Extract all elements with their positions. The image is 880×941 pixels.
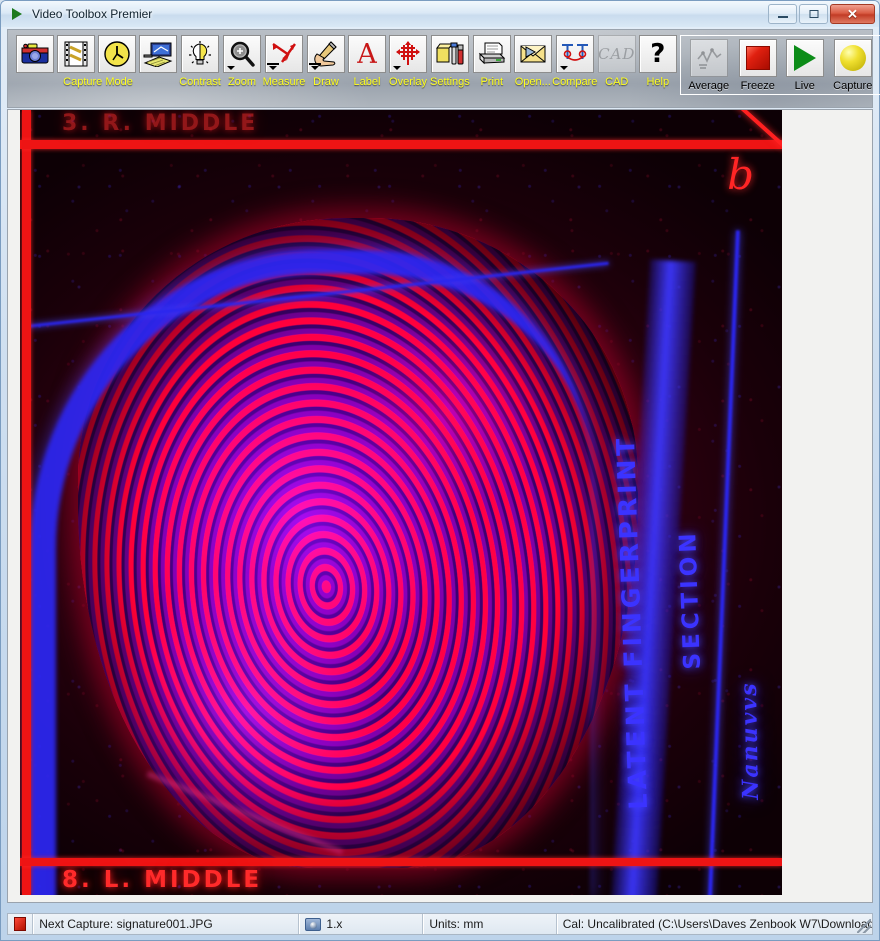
live-label: Live xyxy=(794,80,815,92)
yellow-sphere-icon xyxy=(833,39,872,77)
next-capture-panel[interactable]: Next Capture: signature001.JPG xyxy=(33,914,300,934)
settings-label: Settings xyxy=(430,76,470,88)
capture-button[interactable]: Capture xyxy=(829,39,877,92)
card-rule-left xyxy=(22,110,31,895)
printer-icon xyxy=(472,35,511,73)
fingerprint-photo[interactable]: 3. R. MIDDLE 8. L. MIDDLE LATENT FINGERP… xyxy=(20,110,782,895)
overlay-button[interactable]: Overlay xyxy=(389,35,427,88)
zoom-level-text: 1.x xyxy=(326,917,343,931)
print-label: Print xyxy=(480,76,504,88)
calibration-text: Cal: Uncalibrated (C:\Users\Daves Zenboo… xyxy=(562,917,873,931)
letter-a-icon: A xyxy=(348,35,386,73)
measure-button[interactable]: Measure xyxy=(262,35,306,88)
card-rule-bottom xyxy=(20,858,782,866)
open-button[interactable]: Open... xyxy=(513,35,552,88)
clock-icon[interactable] xyxy=(98,35,136,73)
crosshair-reticle-icon xyxy=(389,35,427,73)
calibration-panel[interactable]: Cal: Uncalibrated (C:\Users\Daves Zenboo… xyxy=(556,914,873,934)
card-rule-top xyxy=(20,140,782,149)
dropdown-bar xyxy=(309,63,321,65)
compare-label: Compare xyxy=(552,76,598,88)
capture-mode-group: Capture Mode xyxy=(16,35,180,88)
chevron-down-icon xyxy=(559,66,568,70)
freeze-button[interactable]: Freeze xyxy=(735,39,781,92)
green-play-icon xyxy=(785,39,824,77)
hand-pencil-icon xyxy=(307,35,345,73)
title-bar: Video Toolbox Premier ✕ xyxy=(1,1,879,27)
record-indicator[interactable] xyxy=(8,914,34,934)
chevron-down-icon xyxy=(393,66,401,70)
zoom-label: Zoom xyxy=(227,76,257,88)
average-button[interactable]: Average xyxy=(686,39,732,92)
tools-settings-icon xyxy=(430,35,469,73)
status-bar: Next Capture: signature001.JPG 1.x Units… xyxy=(7,913,873,935)
close-button[interactable]: ✕ xyxy=(830,4,875,24)
chevron-down-icon xyxy=(227,66,235,70)
compare-tt-icon xyxy=(555,35,594,73)
live-button[interactable]: Live xyxy=(784,39,826,92)
chevron-down-icon xyxy=(269,66,277,70)
maximize-button[interactable] xyxy=(799,4,828,24)
camera-mini-icon xyxy=(305,917,322,931)
application-window: Video Toolbox Premier ✕ Capture Mode Con… xyxy=(0,0,880,941)
card-label-top: 3. R. MIDDLE xyxy=(62,111,259,136)
next-capture-text: Next Capture: signature001.JPG xyxy=(39,917,213,931)
overlay-label: Overlay xyxy=(389,76,427,88)
capture-mode-label: Capture Mode xyxy=(63,76,133,88)
main-toolbar: Capture Mode Contrast Zoom Measure Draw … xyxy=(7,29,880,108)
cad-icon: CAD xyxy=(597,35,636,73)
print-button[interactable]: Print xyxy=(472,35,511,88)
question-mark-icon: ? xyxy=(638,35,677,73)
average-label: Average xyxy=(688,80,730,92)
measure-arrows-icon xyxy=(265,35,303,73)
units-text: Units: mm xyxy=(429,917,484,931)
resize-grip[interactable] xyxy=(857,919,871,933)
window-title: Video Toolbox Premier xyxy=(32,7,153,21)
dropdown-bar xyxy=(267,63,279,65)
video-control-group: Average Freeze Live Capture xyxy=(679,35,880,95)
handwritten-mark: b xyxy=(727,150,754,199)
draw-button[interactable]: Draw xyxy=(307,35,345,88)
lightbulb-icon xyxy=(181,35,219,73)
close-icon: ✕ xyxy=(847,6,858,22)
freeze-label: Freeze xyxy=(740,80,775,92)
red-square-icon xyxy=(738,39,777,77)
label-button[interactable]: A Label xyxy=(348,35,386,88)
magnifier-plus-icon xyxy=(223,35,261,73)
window-controls: ✕ xyxy=(768,4,875,24)
red-record-square-icon xyxy=(14,917,27,931)
monitor-capture-icon[interactable] xyxy=(139,35,177,73)
app-play-icon xyxy=(9,6,25,22)
capture-label: Capture xyxy=(833,80,873,92)
help-button[interactable]: ? Help xyxy=(638,35,677,88)
cad-label: CAD xyxy=(605,76,629,88)
chevron-down-icon xyxy=(311,66,319,70)
card-label-bottom: 8. L. MIDDLE xyxy=(62,867,263,893)
zoom-button[interactable]: Zoom xyxy=(223,35,261,88)
camera-icon[interactable] xyxy=(16,35,54,73)
average-graph-icon xyxy=(689,39,728,77)
zoom-level-panel[interactable]: 1.x xyxy=(299,914,424,934)
minimize-button[interactable] xyxy=(768,4,797,24)
measure-label: Measure xyxy=(262,76,306,88)
help-label: Help xyxy=(646,76,670,88)
contrast-label: Contrast xyxy=(179,76,221,88)
open-label: Open... xyxy=(514,76,551,88)
section-text: SECTION xyxy=(675,528,706,670)
cad-button[interactable]: CAD CAD xyxy=(597,35,636,88)
label-label: Label xyxy=(353,76,381,88)
film-strip-icon[interactable] xyxy=(57,35,95,73)
blue-fluorescent-arc xyxy=(30,250,590,895)
draw-label: Draw xyxy=(313,76,339,88)
contrast-button[interactable]: Contrast xyxy=(179,35,221,88)
settings-button[interactable]: Settings xyxy=(430,35,470,88)
compare-button[interactable]: Compare xyxy=(552,35,598,88)
units-panel[interactable]: Units: mm xyxy=(423,914,557,934)
handwritten-side-text: Nanuvvs xyxy=(735,681,764,800)
image-canvas-area[interactable]: 3. R. MIDDLE 8. L. MIDDLE LATENT FINGERP… xyxy=(7,109,873,903)
open-folder-icon xyxy=(513,35,552,73)
